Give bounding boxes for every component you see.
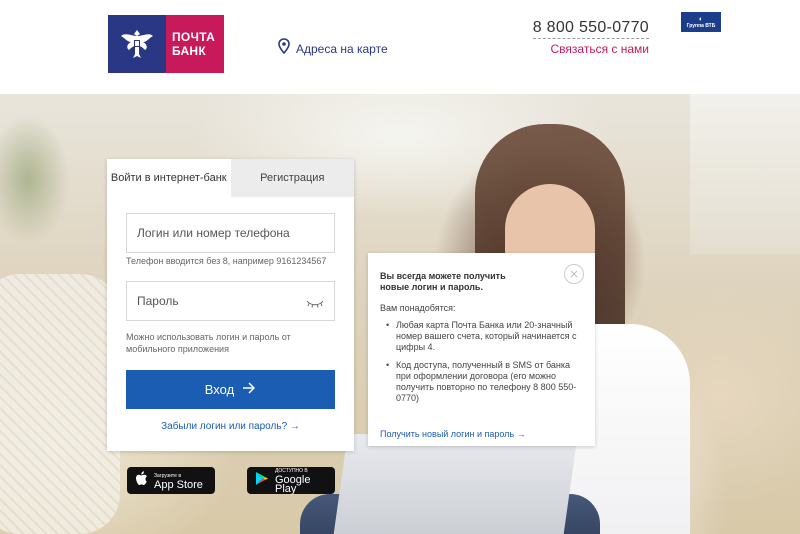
new-credentials-info-panel: Вы всегда можете получить новые логин и …: [368, 253, 595, 446]
login-submit-button[interactable]: Вход: [126, 370, 335, 409]
logo-wordmark: ПОЧТА БАНК: [166, 15, 224, 73]
login-input[interactable]: [137, 226, 324, 240]
bg-laptop: [332, 434, 578, 534]
contact-block: 8 800 550-0770 Связаться с нами: [532, 19, 649, 56]
logo-line2: БАНК: [172, 44, 207, 58]
vtb-logo-icon: ◐: [698, 15, 704, 23]
eagle-emblem-icon: [108, 15, 166, 73]
small-arrow-right-icon: →: [516, 429, 526, 439]
bg-plant: [0, 114, 70, 244]
info-title: Вы всегда можете получить новые логин и …: [380, 271, 506, 292]
close-icon[interactable]: [564, 264, 584, 284]
show-password-eye-icon[interactable]: [306, 296, 324, 314]
app-store-text: Загрузите в App Store: [154, 472, 203, 491]
info-list-item: Любая карта Почта Банка или 20-значный н…: [380, 320, 583, 353]
bg-knit-pillow: [0, 274, 120, 534]
site-header: ПОЧТА БАНК Адреса на карте 8 800 550-077…: [0, 0, 800, 94]
pochta-bank-logo[interactable]: ПОЧТА БАНК: [108, 15, 224, 73]
info-list-item: Код доступа, полученный в SMS от банка п…: [380, 360, 583, 404]
vtb-badge-label: Группа ВТБ: [686, 22, 716, 29]
login-submit-label: Вход: [204, 382, 235, 397]
google-play-badge[interactable]: ДОСТУПНО В Google Play: [247, 467, 335, 495]
get-new-credentials-link[interactable]: Получить новый логин и пароль →: [380, 429, 526, 439]
arrow-right-icon: [242, 382, 256, 397]
login-tabs: Войти в интернет-банк Регистрация: [107, 159, 354, 197]
info-need-label: Вам понадобятся:: [380, 303, 456, 313]
login-field-wrapper: [126, 213, 335, 253]
bg-window: [690, 94, 800, 254]
phone-number[interactable]: 8 800 550-0770: [532, 19, 649, 39]
vtb-group-badge[interactable]: ◐ Группа ВТБ: [681, 12, 721, 32]
logo-line1: ПОЧТА: [172, 30, 216, 44]
forgot-credentials-link[interactable]: Забыли логин или пароль? →: [107, 421, 354, 432]
info-link-label: Получить новый логин и пароль: [380, 429, 515, 439]
password-input[interactable]: [137, 294, 324, 308]
password-field-wrapper: [126, 281, 335, 321]
login-panel: Войти в интернет-банк Регистрация Телефо…: [107, 159, 354, 451]
small-arrow-right-icon: →: [289, 421, 300, 432]
contact-us-link[interactable]: Связаться с нами: [533, 42, 649, 56]
map-link-label: Адреса на карте: [296, 41, 388, 56]
apple-icon: [135, 470, 148, 491]
app-store-big-label: App Store: [154, 478, 203, 491]
app-store-badge[interactable]: Загрузите в App Store: [127, 467, 215, 494]
tab-internet-bank-login[interactable]: Войти в интернет-банк: [107, 159, 231, 197]
tab-registration[interactable]: Регистрация: [230, 159, 354, 197]
google-play-big-label: Google Play: [275, 474, 311, 495]
google-play-text: ДОСТУПНО В Google Play: [275, 467, 327, 495]
location-pin-icon: [278, 38, 290, 59]
info-requirements-list: Любая карта Почта Банка или 20-значный н…: [380, 320, 583, 404]
password-hint: Можно использовать логин и пароль от моб…: [126, 332, 291, 354]
map-addresses-link[interactable]: Адреса на карте: [278, 38, 388, 59]
google-play-icon: [255, 471, 269, 491]
forgot-link-label: Забыли логин или пароль?: [161, 421, 288, 432]
login-hint: Телефон вводится без 8, например 9161234…: [126, 256, 327, 266]
